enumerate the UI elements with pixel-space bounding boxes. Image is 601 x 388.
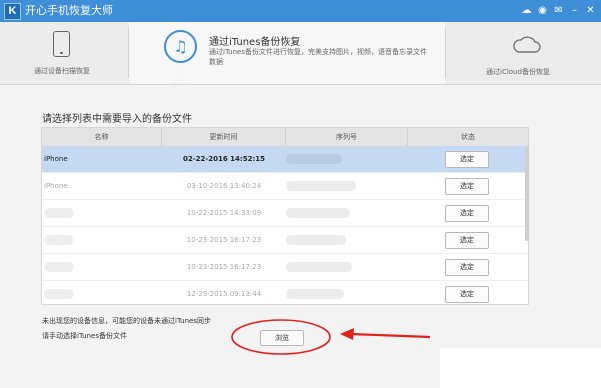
table-scrollbar[interactable] — [525, 146, 529, 241]
table-row[interactable]: 12-29-2015 09:13:44 选定 — [42, 281, 528, 304]
table-row[interactable]: 10-23-2015 16:17:23 选定 — [42, 227, 528, 254]
device-not-found-note: 未出现您的设备信息，可能您的设备未通过iTunes同步 — [42, 317, 211, 325]
recovery-mode-bar: 通过设备扫描恢复 ♫ 通过iTunes备份恢复 通过iTunes备份文件进行恢复… — [0, 22, 601, 85]
row-serial-redacted — [286, 254, 408, 280]
annotation-arrow-head — [340, 328, 354, 340]
browse-button[interactable]: 浏览 — [260, 330, 304, 346]
row-time: 10-23-2015 16:17:23 — [186, 236, 262, 244]
row-name-redacted — [42, 281, 162, 304]
row-serial-redacted — [286, 227, 408, 253]
table-row[interactable]: iPhone 03-10-2016 13:40:24 选定 — [42, 173, 528, 200]
manual-select-note: 请手动选择iTunes备份文件 — [42, 332, 127, 340]
select-button[interactable]: 选定 — [445, 151, 489, 168]
table-row[interactable]: iPhone 02-22-2016 14:52:15 选定 — [42, 146, 528, 173]
row-time: 02-22-2016 14:52:15 — [182, 155, 266, 163]
row-name-redacted — [42, 200, 162, 226]
select-button[interactable]: 选定 — [445, 205, 489, 222]
header-name: 名称 — [42, 128, 162, 146]
chat-icon[interactable]: ☁ — [520, 4, 533, 17]
mode-itunes-description: 通过iTunes备份文件进行恢复，完美支持图片，视频，语音备忘录文件数据 — [209, 48, 427, 66]
annotation-arrow-shaft — [349, 332, 431, 339]
row-time: 12-29-2015 09:13:44 — [186, 290, 262, 298]
select-button[interactable]: 选定 — [445, 286, 489, 303]
table-row[interactable]: 10-22-2015 14:33:09 选定 — [42, 200, 528, 227]
row-time: 10-23-2015 16:17:23 — [186, 263, 262, 271]
mode-itunes-title: 通过iTunes备份恢复 — [209, 37, 301, 48]
row-time: 03-10-2016 13:40:24 — [186, 182, 262, 190]
row-name-redacted — [42, 254, 162, 280]
table-row[interactable]: 10-23-2015 16:17:23 选定 — [42, 254, 528, 281]
select-button[interactable]: 选定 — [445, 259, 489, 276]
title-bar: K 开心手机恢复大师 ☁ ◉ ✉ – ✕ — [0, 0, 601, 22]
music-note-icon: ♫ — [164, 30, 197, 63]
active-mode-pointer — [171, 77, 185, 84]
app-logo: K — [4, 3, 21, 20]
close-icon[interactable]: ✕ — [584, 4, 597, 17]
app-window: K 开心手机恢复大师 ☁ ◉ ✉ – ✕ 通过设备扫描恢复 ♫ 通过iTunes… — [0, 0, 601, 388]
row-serial-redacted — [286, 281, 408, 304]
row-time: 10-22-2015 14:33:09 — [186, 209, 262, 217]
table-header: 名称 更新时间 序列号 状态 — [42, 128, 528, 146]
mode-icloud-backup[interactable]: 通过iCloud备份恢复 — [446, 22, 601, 84]
row-name: iPhone — [44, 155, 68, 163]
mode-icloud-caption: 通过iCloud备份恢复 — [486, 68, 550, 76]
row-serial-redacted — [286, 173, 408, 199]
cloud-icon — [513, 36, 541, 53]
row-serial-redacted — [286, 146, 408, 172]
phone-icon — [53, 31, 70, 57]
row-name: iPhone — [44, 182, 68, 190]
minimize-icon[interactable]: – — [568, 4, 581, 17]
mode-itunes-backup[interactable]: ♫ 通过iTunes备份恢复 通过iTunes备份文件进行恢复，完美支持图片，视… — [129, 22, 445, 84]
message-icon[interactable]: ✉ — [552, 4, 565, 17]
select-button[interactable]: 选定 — [445, 178, 489, 195]
header-time: 更新时间 — [162, 128, 286, 146]
mode-device-scan[interactable]: 通过设备扫描恢复 — [0, 22, 128, 84]
header-status: 状态 — [461, 133, 475, 141]
backup-table: 名称 更新时间 序列号 状态 iPhone 02-22-2016 14:52:1… — [41, 127, 529, 305]
list-prompt: 请选择列表中需要导入的备份文件 — [42, 114, 192, 125]
row-name-redacted — [42, 227, 162, 253]
image-margin — [440, 348, 601, 388]
header-serial: 序列号 — [286, 128, 408, 146]
title-bar-controls: ☁ ◉ ✉ – ✕ — [520, 4, 597, 17]
weibo-icon[interactable]: ◉ — [536, 4, 549, 17]
row-serial-redacted — [286, 200, 408, 226]
app-title: 开心手机恢复大师 — [25, 4, 113, 17]
select-button[interactable]: 选定 — [445, 232, 489, 249]
mode-device-caption: 通过设备扫描恢复 — [34, 67, 90, 75]
